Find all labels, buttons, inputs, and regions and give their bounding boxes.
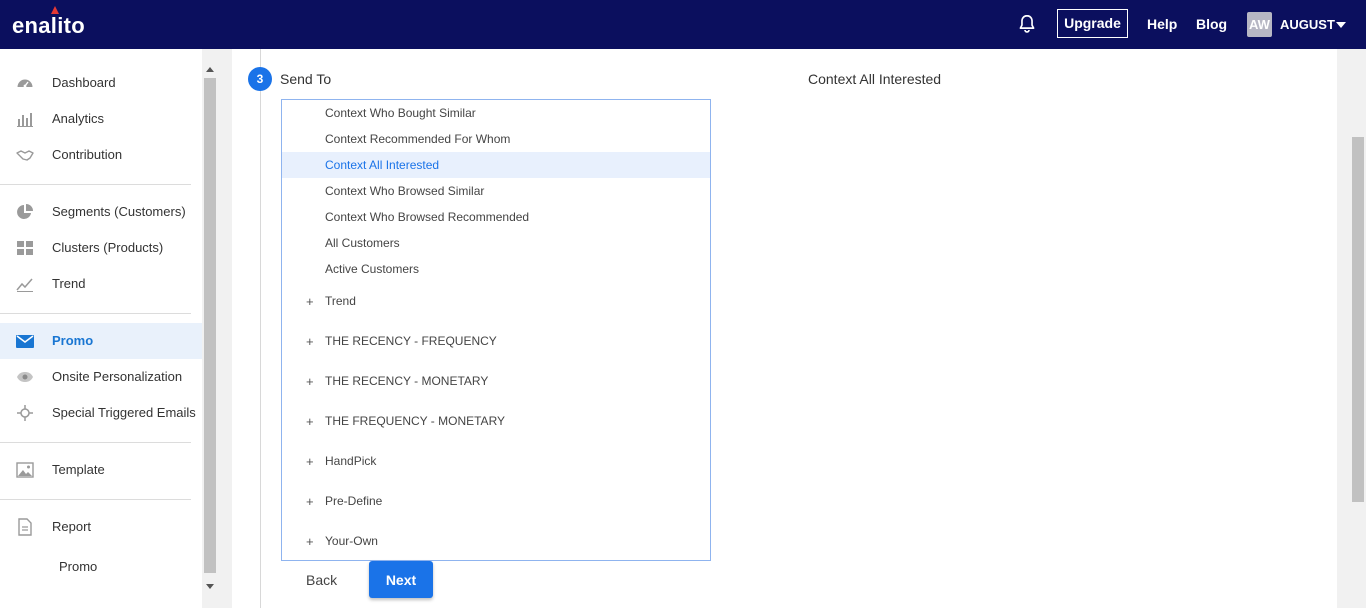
help-link[interactable]: Help: [1147, 16, 1177, 32]
sidebar-item-special-triggered-emails[interactable]: Special Triggered Emails: [0, 395, 202, 431]
sidebar-item-label: Special Triggered Emails: [52, 405, 196, 420]
user-menu-name[interactable]: AUGUST: [1280, 17, 1335, 32]
sidebar-item-label: Clusters (Products): [52, 240, 164, 255]
list-option[interactable]: Context Who Browsed Recommended: [282, 204, 710, 230]
list-option-selected[interactable]: Context All Interested: [282, 152, 710, 178]
crosshair-icon: [17, 405, 33, 421]
upgrade-button[interactable]: Upgrade: [1057, 9, 1128, 38]
expand-plus-icon[interactable]: +: [306, 374, 314, 389]
expand-plus-icon[interactable]: +: [306, 534, 314, 549]
sidebar-item-report[interactable]: Report: [0, 509, 202, 545]
list-option-label: Context Who Browsed Recommended: [325, 210, 530, 224]
app-logo[interactable]: enalito: [12, 13, 85, 39]
sidebar-item-label: Report: [52, 519, 92, 534]
sidebar: Dashboard Analytics Contribution Segment…: [0, 49, 202, 608]
list-group-label: HandPick: [325, 454, 377, 468]
expand-plus-icon[interactable]: +: [306, 414, 314, 429]
list-group-label: THE RECENCY - MONETARY: [325, 374, 489, 388]
sidebar-item-label: Analytics: [52, 111, 105, 126]
sidebar-scrollbar-thumb[interactable]: [204, 78, 216, 573]
pie-chart-icon: [17, 204, 33, 219]
step-connector-line: [260, 49, 261, 608]
list-option-label: Context Recommended For Whom: [325, 132, 511, 146]
caret-down-icon[interactable]: [1336, 22, 1346, 28]
list-group-label: Pre-Define: [325, 494, 383, 508]
avatar[interactable]: AW: [1247, 12, 1272, 37]
sidebar-divider: [0, 313, 191, 314]
eye-icon: [17, 372, 33, 382]
sidebar-item-analytics[interactable]: Analytics: [0, 101, 202, 137]
expand-plus-icon[interactable]: +: [306, 334, 314, 349]
scroll-down-arrow-icon[interactable]: [206, 584, 214, 589]
list-group-label: Trend: [325, 294, 356, 308]
sidebar-divider: [0, 499, 191, 500]
list-group-frequency-monetary[interactable]: + THE FREQUENCY - MONETARY: [282, 406, 710, 436]
sidebar-item-label: Onsite Personalization: [52, 369, 183, 384]
sidebar-divider: [0, 442, 191, 443]
sidebar-item-label: Trend: [52, 276, 86, 291]
top-bar: enalito Upgrade Help Blog AW AUGUST: [0, 0, 1366, 49]
step-number-badge: 3: [248, 67, 272, 91]
envelope-icon: [16, 335, 34, 348]
sidebar-item-label: Segments (Customers): [52, 204, 186, 219]
bell-icon[interactable]: [1016, 13, 1038, 35]
list-group-pre-define[interactable]: + Pre-Define: [282, 486, 710, 516]
promo-wizard-panel: 3 Send To Context All Interested Context…: [232, 49, 1337, 608]
list-option-label: Context All Interested: [325, 158, 440, 172]
list-option[interactable]: Context Recommended For Whom: [282, 126, 710, 152]
sidebar-item-clusters[interactable]: Clusters (Products): [0, 230, 202, 266]
handshake-icon: [16, 150, 34, 161]
list-option[interactable]: Context Who Bought Similar: [282, 100, 710, 126]
step-title: Send To: [280, 71, 332, 87]
sidebar-subitem-report-promo[interactable]: Promo: [0, 549, 202, 585]
trend-line-icon: [16, 278, 33, 292]
list-option-label: Context Who Browsed Similar: [325, 184, 485, 198]
document-icon: [18, 518, 32, 536]
sidebar-divider: [0, 184, 191, 185]
bar-chart-icon: [17, 113, 33, 127]
expand-plus-icon[interactable]: +: [306, 494, 314, 509]
list-group-label: THE RECENCY - FREQUENCY: [325, 334, 497, 348]
sidebar-item-label: Dashboard: [52, 75, 116, 90]
expand-plus-icon[interactable]: +: [306, 294, 314, 309]
sidebar-item-onsite-personalization[interactable]: Onsite Personalization: [0, 359, 202, 395]
sidebar-item-template[interactable]: Template: [0, 452, 202, 488]
image-icon: [16, 462, 34, 478]
sidebar-item-segments[interactable]: Segments (Customers): [0, 194, 202, 230]
sidebar-item-label: Template: [52, 462, 105, 477]
sidebar-item-contribution[interactable]: Contribution: [0, 137, 202, 173]
sidebar-subitem-label: Promo: [59, 559, 98, 574]
sidebar-item-dashboard[interactable]: Dashboard: [0, 65, 202, 101]
send-to-selected-value: Context All Interested: [808, 71, 942, 87]
scroll-up-arrow-icon[interactable]: [206, 67, 214, 72]
back-button[interactable]: Back: [306, 572, 337, 588]
main-scrollbar-thumb[interactable]: [1352, 137, 1364, 502]
expand-plus-icon[interactable]: +: [306, 454, 314, 469]
logo-triangle-icon: [51, 6, 59, 14]
list-group-trend[interactable]: + Trend: [282, 286, 710, 316]
list-option[interactable]: All Customers: [282, 230, 710, 256]
list-group-label: Your-Own: [325, 534, 378, 548]
blog-link[interactable]: Blog: [1196, 16, 1227, 32]
sidebar-item-label: Promo: [52, 333, 94, 348]
main-scrollbar[interactable]: [1350, 49, 1366, 608]
list-option-label: Active Customers: [325, 262, 420, 276]
next-button[interactable]: Next: [369, 561, 433, 598]
list-group-your-own[interactable]: + Your-Own: [282, 526, 710, 556]
list-option[interactable]: Active Customers: [282, 256, 710, 282]
list-group-label: THE FREQUENCY - MONETARY: [325, 414, 506, 428]
sidebar-scrollbar[interactable]: [202, 62, 218, 593]
list-option-label: Context Who Bought Similar: [325, 106, 476, 120]
list-group-recency-monetary[interactable]: + THE RECENCY - MONETARY: [282, 366, 710, 396]
dashboard-icon: [17, 79, 33, 88]
sidebar-item-label: Contribution: [52, 147, 123, 162]
list-group-recency-frequency[interactable]: + THE RECENCY - FREQUENCY: [282, 326, 710, 356]
send-to-listbox[interactable]: Context Who Bought Similar Context Recom…: [281, 99, 711, 561]
grid-icon: [17, 241, 33, 255]
list-group-handpick[interactable]: + HandPick: [282, 446, 710, 476]
list-option[interactable]: Context Who Browsed Similar: [282, 178, 710, 204]
sidebar-item-trend[interactable]: Trend: [0, 266, 202, 302]
sidebar-item-promo[interactable]: Promo: [0, 323, 202, 359]
list-option-label: All Customers: [325, 236, 400, 250]
